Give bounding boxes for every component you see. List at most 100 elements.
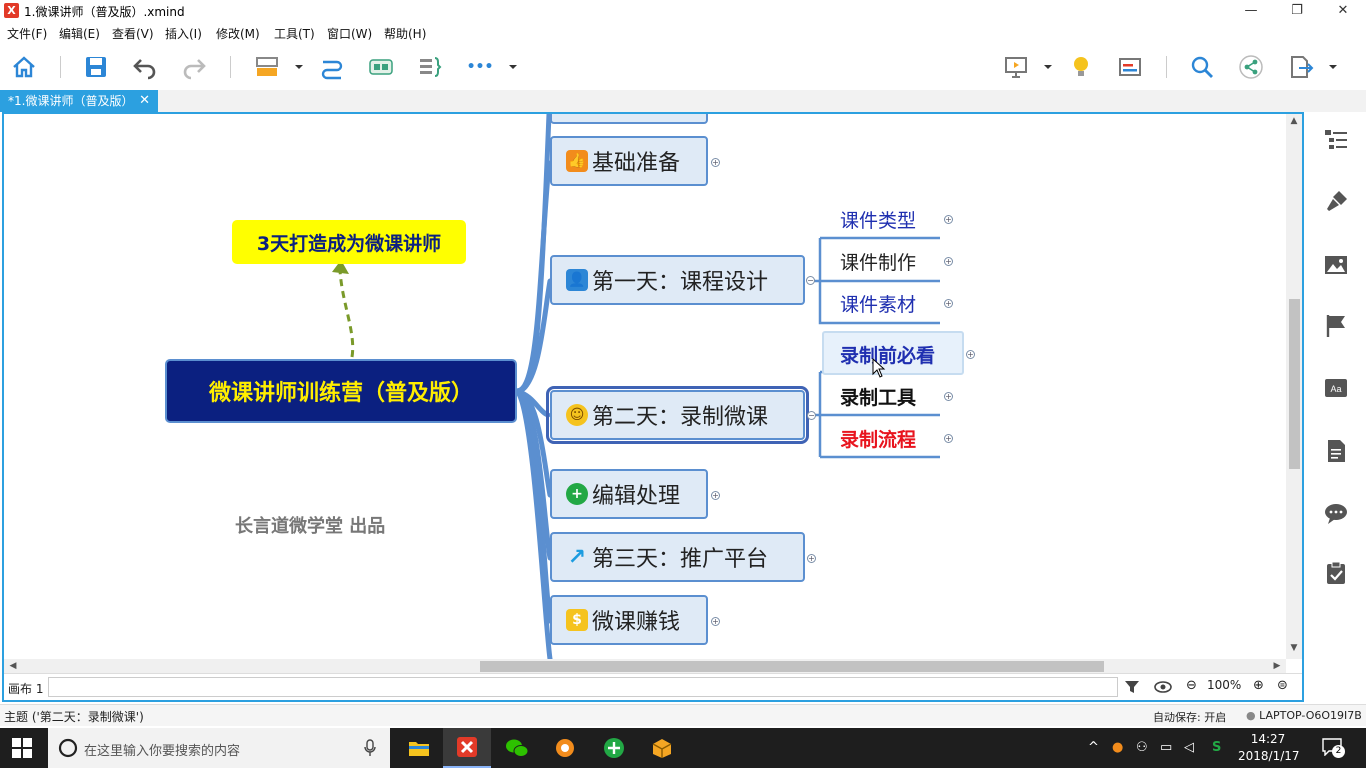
topic-day2-record-course[interactable]: ☺ 第二天：录制微课 <box>546 386 809 444</box>
summary-button[interactable] <box>415 52 445 82</box>
zoom-in-icon[interactable]: ⊕ <box>1253 678 1264 693</box>
search-button[interactable] <box>1187 52 1217 82</box>
menu-view[interactable]: 查看(V) <box>112 25 154 42</box>
close-window-button[interactable]: ✕ <box>1320 0 1366 22</box>
horizontal-scroll-thumb[interactable] <box>480 661 1104 672</box>
central-topic[interactable]: 微课讲师训练营（普及版） <box>165 359 517 423</box>
expand-icon[interactable]: + <box>807 554 816 563</box>
topic-basic-prep[interactable]: 👍 基础准备 <box>550 136 708 186</box>
eye-icon[interactable] <box>1154 679 1172 695</box>
scroll-up-icon[interactable]: ▲ <box>1286 116 1302 130</box>
subtopic-courseware-material[interactable]: 课件素材 <box>840 290 916 317</box>
subtopic-recording-tools[interactable]: 录制工具 <box>840 383 916 410</box>
chevron-down-icon[interactable] <box>294 62 304 72</box>
gantt-button[interactable] <box>1115 52 1145 82</box>
topic-day3-promotion[interactable]: ↗ 第三天：推广平台 <box>550 532 805 582</box>
save-button[interactable] <box>81 52 111 82</box>
windows-start-icon[interactable] <box>12 738 32 758</box>
chevron-down-icon[interactable] <box>508 62 518 72</box>
expand-icon[interactable]: + <box>944 299 953 308</box>
image-icon[interactable] <box>1323 252 1349 278</box>
taskbar-clock[interactable]: 14:27 2018/1/17 <box>1238 731 1300 765</box>
subtopic-courseware-making[interactable]: 课件制作 <box>840 248 916 275</box>
scroll-down-icon[interactable]: ▼ <box>1286 643 1302 657</box>
tray-battery-icon[interactable]: ▭ <box>1160 740 1172 755</box>
close-tab-icon[interactable]: ✕ <box>139 90 150 112</box>
subtopic-must-read-before-recording[interactable]: 录制前必看 <box>840 341 935 368</box>
marker-flag-icon[interactable] <box>1323 313 1349 339</box>
expand-icon[interactable]: + <box>944 434 953 443</box>
expand-icon[interactable]: + <box>711 491 720 500</box>
home-button[interactable] <box>9 52 39 82</box>
credit-text[interactable]: 长言道微学堂 出品 <box>235 512 385 538</box>
tray-overflow-icon[interactable]: ^ <box>1088 740 1099 755</box>
microphone-icon[interactable] <box>364 739 376 757</box>
maximize-button[interactable]: ❐ <box>1274 0 1320 22</box>
menu-file[interactable]: 文件(F) <box>7 25 47 42</box>
notification-center-button[interactable]: 2 <box>1322 738 1346 758</box>
chevron-down-icon[interactable] <box>1043 62 1053 72</box>
relationship-button[interactable] <box>317 52 347 82</box>
comment-icon[interactable] <box>1323 500 1349 526</box>
more-button[interactable]: ••• <box>465 52 495 82</box>
taskbar-app-green[interactable] <box>590 728 638 768</box>
format-brush-icon[interactable] <box>1323 189 1349 215</box>
collapse-icon[interactable]: − <box>807 411 816 420</box>
horizontal-scrollbar[interactable]: ◀ ▶ <box>4 659 1286 673</box>
tray-bluetooth-icon[interactable]: ⚇ <box>1136 740 1148 755</box>
taskbar-xmind[interactable] <box>443 728 491 768</box>
outline-icon[interactable] <box>1323 127 1349 153</box>
expand-icon[interactable]: + <box>966 350 975 359</box>
tray-volume-icon[interactable]: ◁ <box>1184 740 1194 755</box>
menu-insert[interactable]: 插入(I) <box>165 25 202 42</box>
collapse-icon[interactable]: − <box>806 276 815 285</box>
filter-icon[interactable] <box>1124 679 1140 695</box>
expand-icon[interactable]: + <box>944 392 953 401</box>
taskbar-search[interactable]: 在这里输入你要搜索的内容 <box>48 728 390 768</box>
menu-help[interactable]: 帮助(H) <box>384 25 426 42</box>
export-button[interactable] <box>1286 52 1316 82</box>
topic-day1-course-design[interactable]: 👤 第一天：课程设计 <box>550 255 805 305</box>
notes-icon[interactable] <box>1323 438 1349 464</box>
menu-window[interactable]: 窗口(W) <box>327 25 372 42</box>
topic-earn-money[interactable]: $ 微课赚钱 <box>550 595 708 645</box>
expand-icon[interactable]: + <box>944 215 953 224</box>
text-style-icon[interactable]: Aa <box>1323 375 1349 401</box>
expand-icon[interactable]: + <box>944 257 953 266</box>
vertical-scrollbar[interactable]: ▲ ▼ <box>1286 114 1302 659</box>
expand-icon[interactable]: + <box>711 158 720 167</box>
chevron-down-icon[interactable] <box>1328 62 1338 72</box>
subtopic-courseware-type[interactable]: 课件类型 <box>840 206 916 233</box>
menu-modify[interactable]: 修改(M) <box>216 25 260 42</box>
brainstorm-button[interactable] <box>1066 52 1096 82</box>
presentation-button[interactable] <box>1001 52 1031 82</box>
insert-topic-button[interactable] <box>252 52 282 82</box>
scroll-left-icon[interactable]: ◀ <box>6 659 20 673</box>
taskbar-file-explorer[interactable] <box>395 728 443 768</box>
task-clipboard-icon[interactable] <box>1323 560 1349 586</box>
minimize-button[interactable]: — <box>1228 0 1274 22</box>
redo-button[interactable] <box>179 52 209 82</box>
tab-document[interactable]: *1.微课讲师（普及版） ✕ <box>0 90 158 112</box>
status-autosave[interactable]: 自动保存: 开启 <box>1153 709 1226 725</box>
share-button[interactable] <box>1236 52 1266 82</box>
zoom-menu-icon[interactable]: ⊜ <box>1277 678 1288 693</box>
vertical-scroll-thumb[interactable] <box>1289 299 1300 469</box>
tray-app-icon[interactable]: ● <box>1112 740 1123 755</box>
taskbar-app-brush[interactable] <box>541 728 589 768</box>
tray-sogou-icon[interactable]: S <box>1212 740 1221 755</box>
callout-title[interactable]: 3天打造成为微课讲师 <box>232 220 466 264</box>
scroll-right-icon[interactable]: ▶ <box>1270 659 1284 673</box>
subtopic-recording-process[interactable]: 录制流程 <box>840 425 916 452</box>
branch-topic-partial[interactable] <box>550 114 708 124</box>
sheet-tab[interactable]: 画布 1 <box>8 680 43 697</box>
taskbar-app-box[interactable] <box>638 728 686 768</box>
zoom-out-icon[interactable]: ⊖ <box>1186 678 1197 693</box>
menu-edit[interactable]: 编辑(E) <box>59 25 100 42</box>
expand-icon[interactable]: + <box>711 617 720 626</box>
taskbar-wechat[interactable] <box>493 728 541 768</box>
mindmap-canvas[interactable]: 3天打造成为微课讲师 微课讲师训练营（普及版） 长言道微学堂 出品 👍 基础准备… <box>4 114 1286 659</box>
menu-tools[interactable]: 工具(T) <box>274 25 315 42</box>
boundary-button[interactable] <box>366 52 396 82</box>
undo-button[interactable] <box>130 52 160 82</box>
